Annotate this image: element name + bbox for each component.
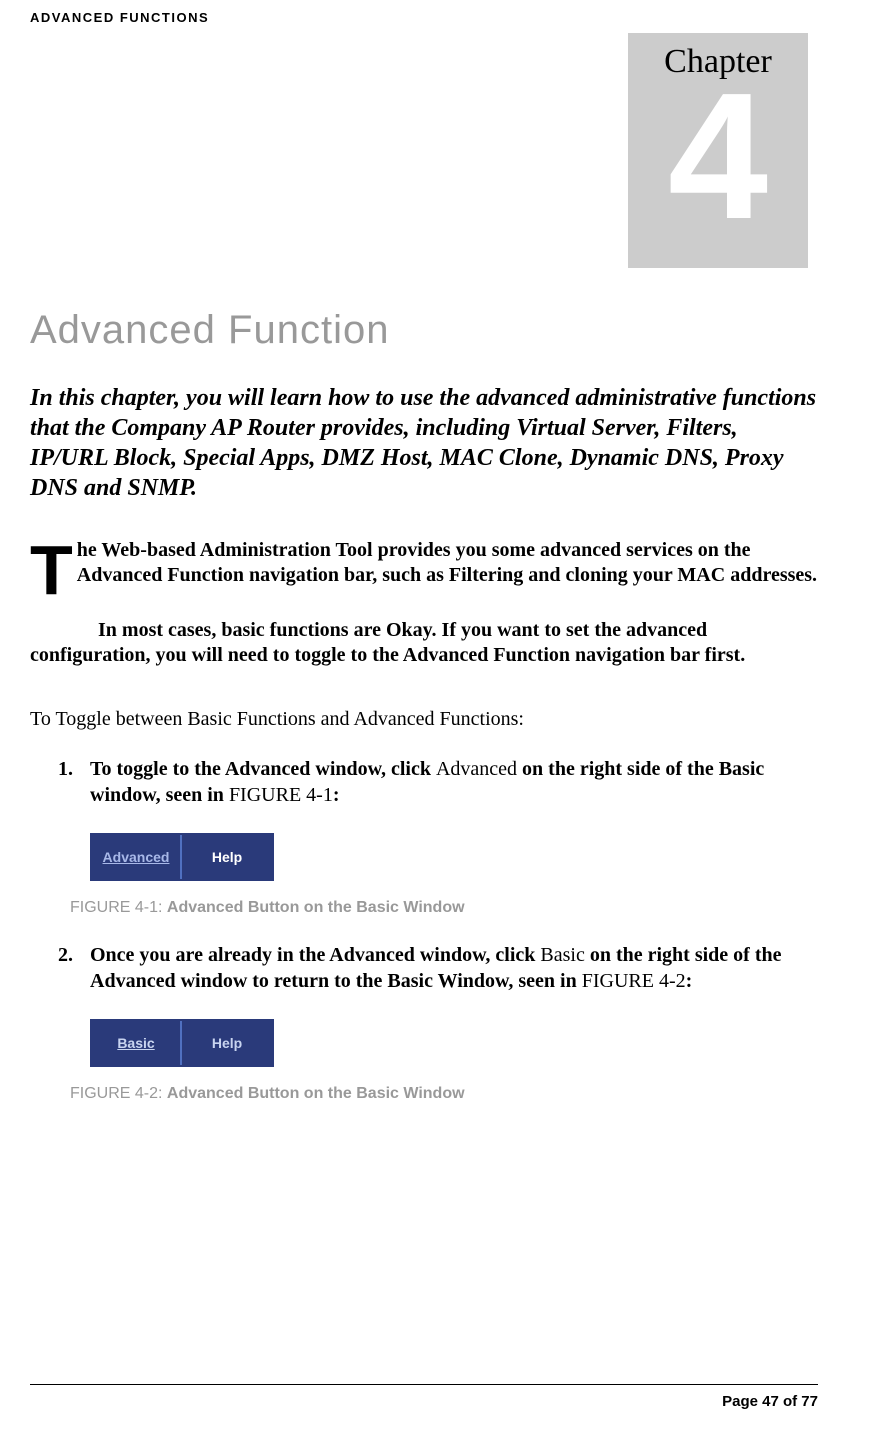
help-button: Help: [182, 1021, 272, 1065]
chapter-number: 4: [628, 76, 808, 238]
section-heading: To Toggle between Basic Functions and Ad…: [30, 708, 818, 731]
advanced-button: Advanced: [92, 835, 182, 879]
chapter-box: Chapter 4: [628, 33, 808, 268]
step-text: :: [333, 784, 340, 806]
chapter-intro: In this chapter, you will learn how to u…: [30, 383, 818, 503]
basic-button: Basic: [92, 1021, 182, 1065]
figure-text: Advanced Button on the Basic Window: [167, 1085, 465, 1102]
step-1: 1. To toggle to the Advanced window, cli…: [90, 756, 818, 808]
step-2: 2. Once you are already in the Advanced …: [90, 942, 818, 994]
step-text: Advanced: [436, 758, 517, 780]
running-header: ADVANCED FUNCTIONS: [30, 10, 818, 25]
drop-cap: T: [30, 538, 77, 597]
page-title: Advanced Function: [30, 308, 818, 353]
paragraph-2: In most cases, basic functions are Okay.…: [30, 618, 818, 668]
page-footer: Page 47 of 77: [30, 1384, 818, 1410]
step-text: Once you are already in the Advanced win…: [90, 944, 540, 966]
figure-label: FIGURE 4-1:: [70, 899, 167, 916]
step-text: Basic: [540, 944, 584, 966]
step-number: 1.: [58, 756, 73, 782]
figure-label: FIGURE 4-2:: [70, 1085, 167, 1102]
step-text: FIGURE 4-2: [582, 970, 686, 992]
step-text: :: [686, 970, 693, 992]
step-number: 2.: [58, 942, 73, 968]
figure-1-image: Advanced Help: [90, 833, 818, 881]
button-strip: Basic Help: [90, 1019, 274, 1067]
body-text: T he Web-based Administration Tool provi…: [30, 538, 818, 668]
help-button: Help: [182, 835, 272, 879]
figure-2-caption: FIGURE 4-2: Advanced Button on the Basic…: [70, 1085, 818, 1103]
figure-2-image: Basic Help: [90, 1019, 818, 1067]
step-text: FIGURE 4-1: [229, 784, 333, 806]
step-text: To toggle to the Advanced window, click: [90, 758, 436, 780]
button-strip: Advanced Help: [90, 833, 274, 881]
paragraph-1: he Web-based Administration Tool provide…: [30, 538, 818, 588]
figure-1-caption: FIGURE 4-1: Advanced Button on the Basic…: [70, 899, 818, 917]
figure-text: Advanced Button on the Basic Window: [167, 899, 465, 916]
